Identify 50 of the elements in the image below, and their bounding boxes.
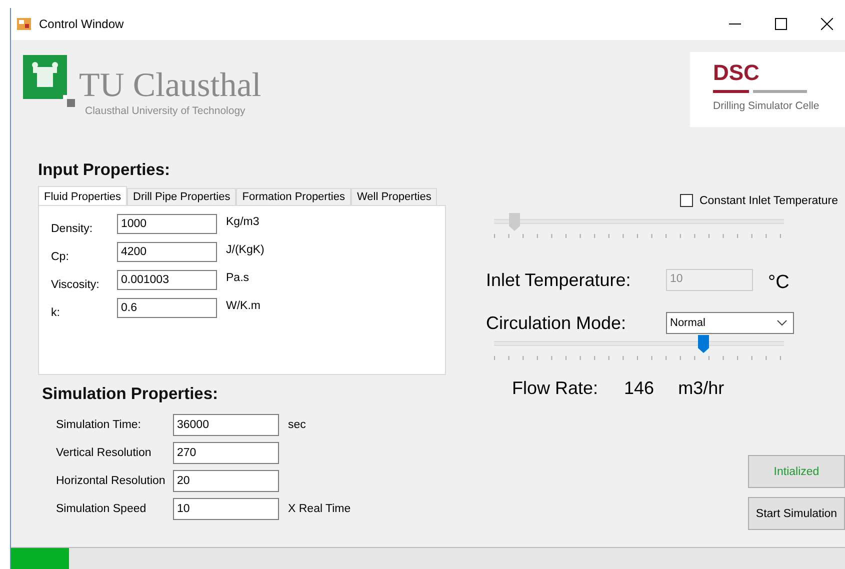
close-icon[interactable] bbox=[821, 18, 833, 30]
chevron-down-icon bbox=[777, 320, 787, 326]
field-label: Density: bbox=[51, 223, 94, 235]
section-heading: Simulation Properties: bbox=[42, 385, 220, 404]
tab[interactable]: Formation Properties bbox=[236, 188, 351, 205]
field-label: Simulation Speed bbox=[56, 503, 148, 515]
window-title: Control Window bbox=[39, 17, 124, 31]
input-field[interactable]: 0.6 bbox=[117, 298, 217, 318]
field-label: k: bbox=[51, 307, 61, 319]
unit-label: W/K.m bbox=[226, 300, 260, 312]
flow-rate-label: Flow Rate: bbox=[512, 378, 598, 399]
unit-label: m3/hr bbox=[678, 378, 724, 399]
tab[interactable]: Fluid Properties bbox=[38, 186, 128, 205]
logo-name: TU Clausthal bbox=[79, 69, 262, 103]
maximize-icon[interactable] bbox=[775, 18, 787, 30]
crest-logo-icon bbox=[23, 55, 75, 107]
checkbox[interactable] bbox=[680, 194, 694, 207]
input-field[interactable]: 4200 bbox=[117, 242, 217, 262]
unit-label: Pa.s bbox=[226, 272, 250, 284]
field-label: Cp: bbox=[51, 251, 70, 263]
unit-label: sec bbox=[288, 419, 306, 431]
unit-label: °C bbox=[768, 272, 790, 294]
logo-subtitle: Drilling Simulator Celle bbox=[713, 100, 820, 112]
field-label: Simulation Time: bbox=[56, 419, 142, 431]
logo-subtitle: Clausthal University of Technology bbox=[85, 105, 246, 117]
unit-label: Kg/m3 bbox=[226, 216, 260, 228]
input-field[interactable]: 270 bbox=[173, 442, 279, 464]
field-label: Circulation Mode: bbox=[486, 312, 628, 334]
field-label: Inlet Temperature: bbox=[486, 270, 632, 290]
input-field[interactable]: 10 bbox=[173, 498, 279, 520]
input-field[interactable]: 1000 bbox=[117, 214, 217, 234]
app-icon bbox=[17, 18, 31, 30]
input-field[interactable]: 20 bbox=[173, 470, 279, 492]
checkbox-label: Constant Inlet Temperature bbox=[699, 194, 838, 206]
slider-thumb[interactable] bbox=[698, 335, 709, 353]
field-label: Horizontal Resolution bbox=[56, 475, 166, 487]
tab[interactable]: Well Properties bbox=[350, 188, 438, 205]
logo-name: DSC bbox=[713, 61, 760, 85]
field-label: Viscosity: bbox=[51, 279, 100, 291]
field-label: Vertical Resolution bbox=[56, 447, 152, 459]
tab[interactable]: Drill Pipe Properties bbox=[127, 188, 236, 205]
unit-label: X Real Time bbox=[288, 503, 351, 515]
section-heading: Input Properties: bbox=[38, 161, 172, 180]
dropdown[interactable]: Normal bbox=[666, 312, 794, 334]
input-field[interactable]: 0.001003 bbox=[117, 270, 217, 290]
flow-rate-value: 146 bbox=[624, 378, 654, 399]
unit-label: J/(KgK) bbox=[226, 244, 264, 256]
start-button[interactable]: Start Simulation bbox=[748, 497, 845, 530]
input-field[interactable]: 36000 bbox=[173, 414, 279, 436]
logo-bars-icon bbox=[713, 90, 807, 94]
